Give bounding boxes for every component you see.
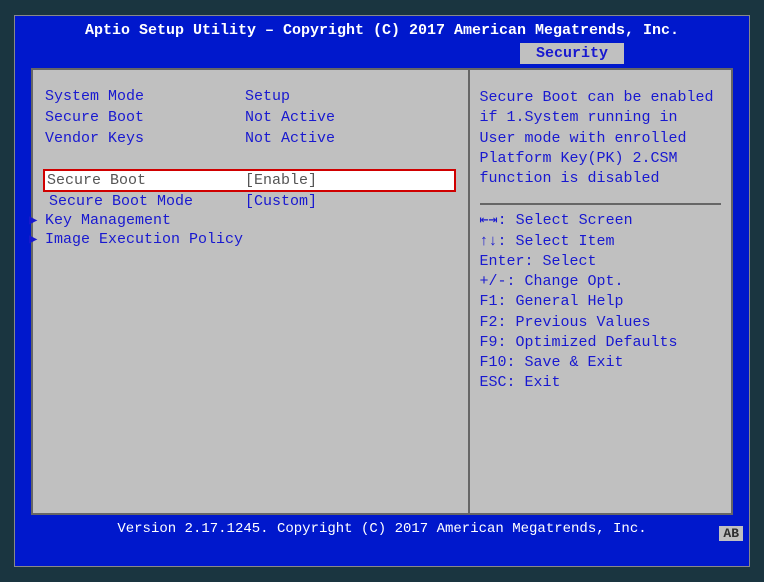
menu-value: [Custom]	[245, 193, 317, 210]
tab-row: Security	[15, 43, 749, 64]
info-value: Not Active	[245, 130, 335, 147]
right-panel: Secure Boot can be enabled if 1.System r…	[470, 70, 731, 513]
header-title: Aptio Setup Utility – Copyright (C) 2017…	[15, 16, 749, 41]
help-key-row: F10: Save & Exit	[480, 353, 721, 373]
menu-label: Key Management	[45, 212, 171, 229]
help-keys: ⇤⇥: Select Screen ↑↓: Select Item Enter:…	[480, 211, 721, 393]
help-key-row: F9: Optimized Defaults	[480, 333, 721, 353]
info-label: System Mode	[45, 88, 245, 105]
info-vendor-keys: Vendor Keys Not Active	[45, 130, 456, 147]
main-area: System Mode Setup Secure Boot Not Active…	[31, 68, 733, 515]
help-key-row: F2: Previous Values	[480, 313, 721, 333]
help-divider	[480, 203, 721, 205]
menu-image-execution-policy[interactable]: ▶ Image Execution Policy	[29, 230, 456, 249]
menu-value: [Enable]	[245, 172, 317, 189]
menu-label: Secure Boot	[47, 172, 245, 189]
footer-text: Version 2.17.1245. Copyright (C) 2017 Am…	[117, 521, 646, 537]
help-key-row: ⇤⇥: Select Screen	[480, 211, 721, 231]
info-value: Setup	[245, 88, 290, 105]
tab-security[interactable]: Security	[520, 43, 624, 64]
submenu-arrow-icon: ▶	[29, 231, 41, 248]
help-key-row: ↑↓: Select Item	[480, 232, 721, 252]
menu-label: Secure Boot Mode	[49, 193, 245, 210]
bios-setup-window: Aptio Setup Utility – Copyright (C) 2017…	[14, 15, 750, 567]
help-description: Secure Boot can be enabled if 1.System r…	[480, 88, 721, 189]
help-key-row: Enter: Select	[480, 252, 721, 272]
submenu-arrow-icon: ▶	[29, 212, 41, 229]
left-panel: System Mode Setup Secure Boot Not Active…	[33, 70, 470, 513]
info-label: Vendor Keys	[45, 130, 245, 147]
help-key-row: +/-: Change Opt.	[480, 272, 721, 292]
menu-secure-boot[interactable]: Secure Boot [Enable]	[43, 169, 456, 192]
help-key-row: ESC: Exit	[480, 373, 721, 393]
footer: Version 2.17.1245. Copyright (C) 2017 Am…	[15, 515, 749, 543]
info-value: Not Active	[245, 109, 335, 126]
menu-label: Image Execution Policy	[45, 231, 243, 248]
footer-tag: AB	[719, 526, 743, 541]
info-system-mode: System Mode Setup	[45, 88, 456, 105]
info-label: Secure Boot	[45, 109, 245, 126]
help-key-row: F1: General Help	[480, 292, 721, 312]
menu-key-management[interactable]: ▶ Key Management	[29, 211, 456, 230]
info-secure-boot: Secure Boot Not Active	[45, 109, 456, 126]
menu-secure-boot-mode[interactable]: Secure Boot Mode [Custom]	[45, 192, 456, 211]
